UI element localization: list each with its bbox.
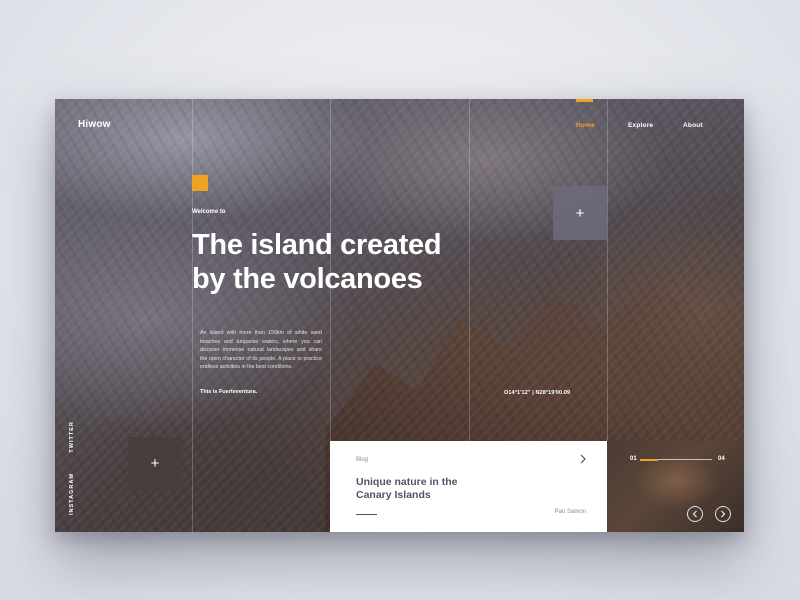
chevron-right-icon[interactable]	[579, 453, 587, 467]
twitter-link[interactable]: TWITTER	[69, 421, 75, 452]
blog-card[interactable]: Blog Unique nature in the Canary Islands…	[330, 441, 607, 532]
hero-frame: Hiwow Home Explore About Welcome to The …	[55, 99, 744, 532]
blog-title[interactable]: Unique nature in the Canary Islands	[356, 476, 496, 501]
chevron-left-icon	[692, 510, 697, 518]
hero-headline: The island created by the volcanoes	[192, 228, 492, 296]
nav-active-marker	[576, 99, 593, 102]
expand-plus-button[interactable]: +	[553, 186, 607, 240]
blog-author: Pau Samon	[554, 509, 586, 515]
nav-about[interactable]: About	[683, 122, 703, 129]
plus-icon: +	[150, 455, 160, 472]
headline-line-2: by the volcanoes	[192, 263, 423, 295]
nav-home[interactable]: Home	[576, 122, 595, 129]
next-slide-button[interactable]	[715, 506, 731, 522]
coordinates-text: O14°1'12" | N28°19'00.09	[504, 390, 571, 396]
slider-progress-fill	[640, 458, 658, 461]
plus-icon: +	[575, 204, 585, 222]
instagram-link[interactable]: INSTAGRAM	[69, 473, 75, 515]
hero-description: An island with more than 150km of white …	[200, 330, 322, 371]
headline-line-1: The island created	[192, 229, 442, 261]
slide-current: 01	[630, 456, 637, 462]
slider-panel: 01 04	[607, 441, 744, 532]
social-links: INSTAGRAM TWITTER	[69, 403, 75, 515]
welcome-text: Welcome to	[192, 209, 226, 215]
hero-tagline: This is Fuerteventura.	[200, 389, 258, 395]
slider-progress-track	[640, 458, 712, 461]
prev-slide-button[interactable]	[687, 506, 703, 522]
nav-explore[interactable]: Explore	[628, 122, 653, 129]
slide-total: 04	[718, 456, 725, 462]
blog-label: Blog	[356, 457, 369, 463]
add-plus-button[interactable]: +	[128, 437, 182, 490]
brand-logo[interactable]: Hiwow	[78, 119, 111, 130]
chevron-right-icon	[721, 510, 726, 518]
blog-divider	[356, 514, 377, 515]
accent-square	[192, 175, 208, 191]
grid-line	[192, 99, 193, 532]
